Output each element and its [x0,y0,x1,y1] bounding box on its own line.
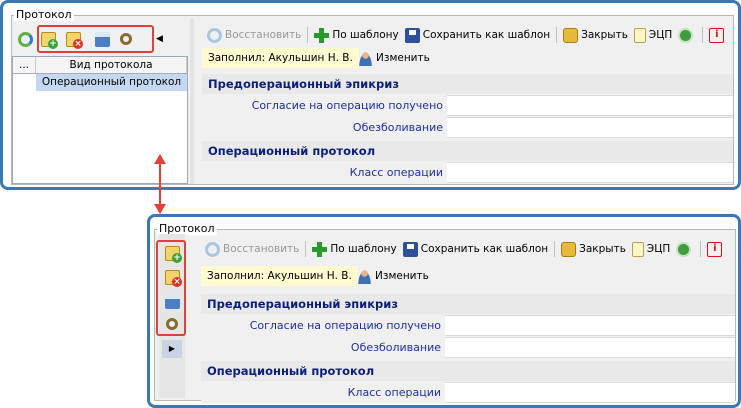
restore-icon [205,241,220,257]
section-title: Операционный протокол [202,141,733,161]
expand-arrow-icon[interactable]: ▶ [162,340,182,358]
bottom-callout-frame: Протокол ▶ Восстановить По шаблону Сохра… [147,214,741,408]
lock-icon [563,27,579,43]
table-row[interactable]: Операционный протокол [13,74,187,91]
certificate-icon [678,27,694,43]
grid-cell-type: Операционный протокол [41,76,182,88]
refresh-icon[interactable] [18,31,33,47]
certificate-button[interactable] [676,241,694,257]
field-label: Согласие на операцию получено [202,95,447,116]
field-value[interactable] [447,162,733,183]
field-value[interactable] [445,337,735,358]
save-as-template-button[interactable]: Сохранить как шаблон [404,27,550,43]
highlight-box-top [37,25,154,53]
restore-button[interactable]: Восстановить [205,241,299,257]
save-icon [404,27,420,43]
restore-icon [207,27,222,43]
filled-by-label: Заполнил: Акульшин Н. В. [202,48,359,68]
lock-icon [561,241,577,257]
filled-by-label: Заполнил: Акульшин Н. В. [201,266,358,286]
save-as-template-button[interactable]: Сохранить как шаблон [402,241,548,257]
document-icon [631,241,644,257]
ecp-button[interactable]: ЭЦП [631,241,670,257]
field-row: Обезболивание [201,337,735,358]
group-label: Протокол [14,8,74,21]
info-icon: i [707,241,723,257]
user-icon [357,268,372,284]
field-value[interactable] [447,117,733,138]
protocol-group-top: Протокол ◀ ... Вид протокола Операционны… [11,8,734,185]
highlight-box-bottom [156,240,186,336]
certificate-button[interactable] [678,27,696,43]
top-callout-frame: Протокол ◀ ... Вид протокола Операционны… [0,0,741,190]
field-row: Обезболивание [202,117,733,138]
close-button[interactable]: Закрыть [561,241,626,257]
main-toolbar: Восстановить По шаблону Сохранить как ша… [205,238,731,260]
field-label: Обезболивание [202,117,447,138]
main-toolbar: Восстановить По шаблону Сохранить как ша… [207,24,733,46]
by-template-button[interactable]: По шаблону [312,241,397,257]
field-label: Класс операции [201,382,445,403]
grid-header: ... Вид протокола [13,57,187,74]
plus-icon [312,241,328,257]
close-button[interactable]: Закрыть [563,27,628,43]
info-button[interactable]: i [709,27,727,43]
field-value[interactable] [447,95,733,116]
document-icon [633,27,646,43]
certificate-icon [676,241,692,257]
field-row: Согласие на операцию получено [201,315,735,336]
edit-button[interactable]: Изменить [357,266,429,286]
plus-icon [314,27,330,43]
field-row: Класс операции [202,162,733,183]
protocol-group-bottom: Протокол ▶ Восстановить По шаблону Сохра… [154,222,736,403]
edit-button[interactable]: Изменить [358,48,430,68]
field-value[interactable] [445,382,735,403]
field-row: Класс операции [201,382,735,403]
section-title: Предоперационный эпикриз [201,294,735,314]
connector-arrow [154,154,166,214]
grid-header-selector[interactable]: ... [13,57,36,73]
field-row: Согласие на операцию получено [202,95,733,116]
splitter[interactable] [190,18,194,184]
ecp-button[interactable]: ЭЦП [633,27,672,43]
save-icon [402,241,418,257]
restore-button[interactable]: Восстановить [207,27,301,43]
by-template-button[interactable]: По шаблону [314,27,399,43]
field-label: Согласие на операцию получено [201,315,445,336]
section-title: Операционный протокол [201,361,735,381]
grid-header-type[interactable]: Вид протокола [36,57,187,73]
field-label: Обезболивание [201,337,445,358]
field-label: Класс операции [202,162,447,183]
info-icon: i [709,27,725,43]
info-button[interactable]: i [707,241,725,257]
field-value[interactable] [445,315,735,336]
section-title: Предоперационный эпикриз [202,74,733,94]
collapse-arrow-icon[interactable]: ◀ [156,34,163,44]
user-icon [358,50,373,66]
